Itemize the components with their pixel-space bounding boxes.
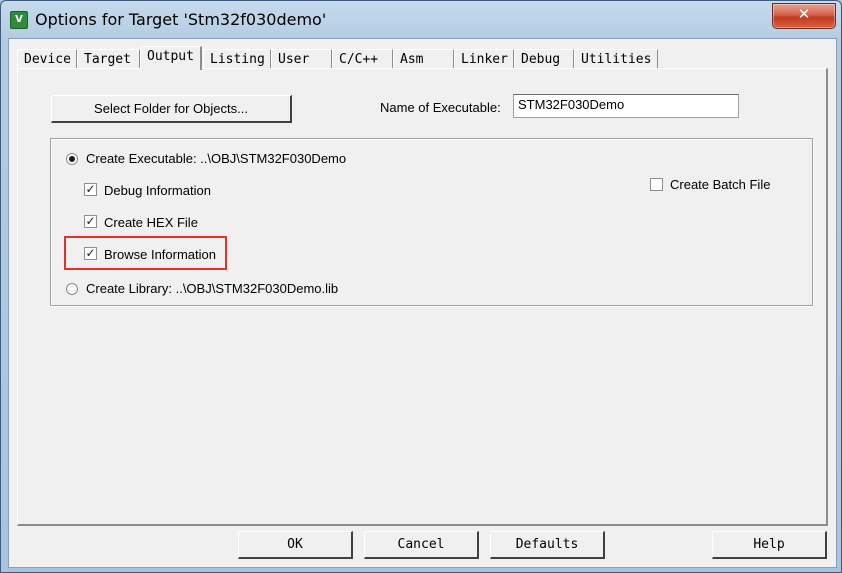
- name-of-executable-input[interactable]: STM32F030Demo: [513, 94, 739, 118]
- tab-output[interactable]: Output: [140, 46, 202, 70]
- checkmark-icon: ✓: [85, 246, 96, 260]
- window-title: Options for Target 'Stm32f030demo': [35, 10, 327, 29]
- create-executable-label[interactable]: Create Executable: ..\OBJ\STM32F030Demo: [86, 151, 346, 166]
- close-button[interactable]: ✕: [772, 3, 836, 29]
- create-batch-file-checkbox[interactable]: [650, 178, 663, 191]
- checkmark-icon: ✓: [85, 182, 96, 196]
- browse-information-checkbox[interactable]: ✓: [84, 247, 97, 260]
- create-executable-radio[interactable]: [66, 153, 78, 165]
- dialog-window: V Options for Target 'Stm32f030demo' ✕ D…: [0, 0, 842, 573]
- select-folder-button[interactable]: Select Folder for Objects...: [51, 95, 292, 123]
- create-library-label[interactable]: Create Library: ..\OBJ\STM32F030Demo.lib: [86, 281, 338, 296]
- tab-target[interactable]: Target: [77, 49, 140, 68]
- tab-debug[interactable]: Debug: [514, 49, 574, 68]
- tab-user[interactable]: User: [271, 49, 332, 68]
- create-library-radio[interactable]: [66, 283, 78, 295]
- tab-device[interactable]: Device: [17, 49, 77, 68]
- defaults-button[interactable]: Defaults: [490, 531, 605, 559]
- close-icon: ✕: [797, 6, 811, 23]
- tab-utilities[interactable]: Utilities: [574, 49, 658, 68]
- title-bar[interactable]: V Options for Target 'Stm32f030demo' ✕: [1, 1, 841, 37]
- debug-information-checkbox[interactable]: ✓: [84, 183, 97, 196]
- browse-information-label[interactable]: Browse Information: [104, 247, 216, 262]
- dialog-body: Device Target Output Listing User C/C++ …: [8, 38, 837, 568]
- name-of-executable-label: Name of Executable:: [380, 100, 501, 115]
- help-button[interactable]: Help: [712, 531, 827, 559]
- create-hex-file-checkbox[interactable]: ✓: [84, 215, 97, 228]
- create-batch-file-label[interactable]: Create Batch File: [670, 177, 770, 192]
- tab-linker[interactable]: Linker: [454, 49, 514, 68]
- output-tab-page: Select Folder for Objects... Name of Exe…: [17, 68, 828, 526]
- create-hex-file-label[interactable]: Create HEX File: [104, 215, 198, 230]
- debug-information-label[interactable]: Debug Information: [104, 183, 211, 198]
- tab-asm[interactable]: Asm: [393, 49, 454, 68]
- uvision-icon: V: [10, 11, 28, 29]
- ok-button[interactable]: OK: [238, 531, 353, 559]
- checkmark-icon: ✓: [85, 214, 96, 228]
- tab-c-cpp[interactable]: C/C++: [332, 49, 393, 68]
- cancel-button[interactable]: Cancel: [364, 531, 479, 559]
- tab-listing[interactable]: Listing: [203, 49, 271, 68]
